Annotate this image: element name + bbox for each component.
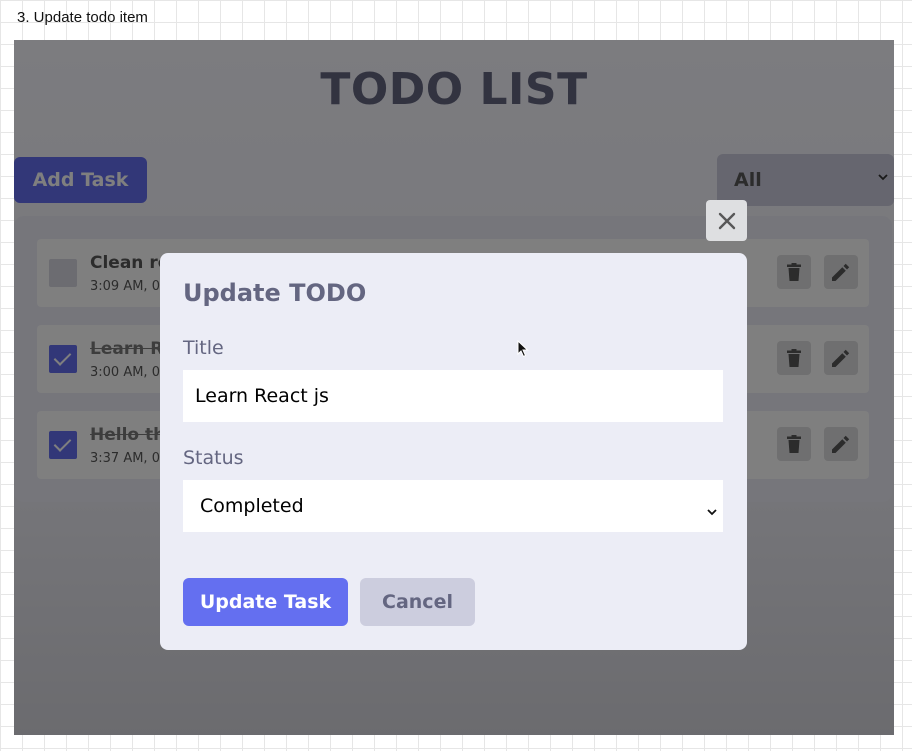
mouse-pointer-icon bbox=[517, 340, 529, 358]
close-icon bbox=[718, 212, 735, 229]
update-todo-modal: Update TODO Title Learn React js Status … bbox=[160, 253, 747, 650]
title-label: Title bbox=[183, 337, 224, 359]
close-modal-button[interactable] bbox=[706, 200, 747, 241]
cancel-button[interactable]: Cancel bbox=[360, 578, 475, 626]
page-caption: 3. Update todo item bbox=[17, 9, 148, 26]
update-task-button[interactable]: Update Task bbox=[183, 578, 348, 626]
status-label: Status bbox=[183, 447, 244, 469]
chevron-down-icon bbox=[707, 499, 717, 521]
status-select-value: Completed bbox=[200, 495, 304, 517]
modal-heading: Update TODO bbox=[183, 279, 367, 307]
status-select[interactable]: Completed bbox=[183, 480, 723, 532]
title-input[interactable]: Learn React js bbox=[183, 370, 723, 422]
